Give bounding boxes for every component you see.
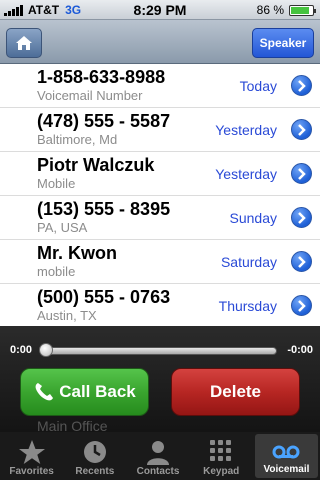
home-button[interactable]: [6, 28, 42, 58]
tab-label: Favorites: [9, 466, 54, 477]
chevron-right-icon: [298, 299, 306, 312]
detail-disclosure-button[interactable]: [291, 75, 312, 96]
voicemail-row[interactable]: (153) 555 - 8395 PA, USA Sunday: [0, 196, 320, 240]
detail-disclosure-button[interactable]: [291, 251, 312, 272]
star-icon: [18, 440, 45, 464]
tab-label: Keypad: [203, 466, 240, 477]
tab-favorites[interactable]: Favorites: [0, 432, 63, 480]
detail-disclosure-button[interactable]: [291, 163, 312, 184]
voicemail-caller: Piotr Walczuk: [37, 155, 155, 175]
chevron-right-icon: [298, 79, 306, 92]
tab-bar: Favorites Recents Contacts Keypad Voicem…: [0, 432, 320, 480]
voicemail-detail: Baltimore, Md: [37, 132, 118, 147]
clock-icon: [83, 441, 106, 463]
phone-icon: [35, 383, 54, 401]
playback-scrubber[interactable]: [42, 347, 277, 355]
speaker-button[interactable]: Speaker: [252, 28, 314, 58]
voicemail-date: Today: [239, 78, 277, 94]
voicemail-date: Yesterday: [215, 166, 277, 182]
chevron-right-icon: [298, 211, 306, 224]
voicemail-icon: [272, 445, 300, 459]
call-back-label: Call Back: [59, 382, 136, 401]
tab-recents[interactable]: Recents: [63, 432, 126, 480]
navigation-bar: Speaker: [0, 20, 320, 64]
chevron-right-icon: [298, 167, 306, 180]
delete-button[interactable]: Delete: [171, 368, 300, 416]
voicemail-row[interactable]: Piotr Walczuk Mobile Yesterday: [0, 152, 320, 196]
voicemail-row[interactable]: 1-858-633-8988 Voicemail Number Today: [0, 64, 320, 108]
voicemail-caller: (153) 555 - 8395: [37, 199, 171, 219]
elapsed-time: 0:00: [10, 344, 33, 356]
detail-disclosure-button[interactable]: [291, 207, 312, 228]
voicemail-list: 1-858-633-8988 Voicemail Number Today (478)…: [0, 64, 320, 326]
battery-percent: 86 %: [256, 2, 284, 17]
voicemail-caller: 1-858-633-8988: [37, 67, 166, 87]
home-icon: [16, 36, 32, 50]
tab-label: Recents: [75, 466, 115, 477]
voicemail-row[interactable]: (500) 555 - 0763 Austin, TX Thursday: [0, 284, 320, 326]
tab-label: Contacts: [136, 466, 180, 477]
chevron-right-icon: [298, 255, 306, 268]
voicemail-detail: Voicemail Number: [37, 88, 143, 103]
voicemail-detail: Mobile: [37, 176, 76, 191]
tab-contacts[interactable]: Contacts: [126, 432, 189, 480]
tab-label: Voicemail: [263, 464, 310, 475]
voicemail-detail: PA, USA: [37, 220, 88, 235]
status-bar: AT&T 3G 8:29 PM 86 %: [0, 0, 320, 20]
voicemail-date: Sunday: [229, 210, 277, 226]
person-icon: [147, 441, 169, 465]
call-back-button[interactable]: Call Back: [20, 368, 149, 416]
detail-disclosure-button[interactable]: [291, 119, 312, 140]
voicemail-date: Thursday: [218, 298, 277, 314]
voicemail-caller: Mr. Kwon: [37, 243, 117, 263]
chevron-right-icon: [298, 123, 306, 136]
tab-keypad[interactable]: Keypad: [190, 432, 253, 480]
remaining-time: -0:00: [287, 344, 313, 356]
playback-panel: Main Office 0:00 -0:00 Call Back Delete: [0, 326, 320, 434]
voicemail-detail: mobile: [37, 264, 76, 279]
tab-voicemail[interactable]: Voicemail: [254, 434, 319, 478]
voicemail-row[interactable]: (478) 555 - 5587 Baltimore, Md Yesterday: [0, 108, 320, 152]
keypad-icon: [210, 440, 232, 461]
voicemail-row[interactable]: Mr. Kwon mobile Saturday: [0, 240, 320, 284]
voicemail-date: Yesterday: [215, 122, 277, 138]
voicemail-caller: (500) 555 - 0763: [37, 287, 171, 307]
scrubber-knob[interactable]: [39, 343, 53, 357]
voicemail-caller: (478) 555 - 5587: [37, 111, 171, 131]
voicemail-date: Saturday: [220, 254, 277, 270]
battery-icon: [289, 5, 316, 16]
voicemail-detail: Austin, TX: [37, 308, 97, 323]
detail-disclosure-button[interactable]: [291, 295, 312, 316]
